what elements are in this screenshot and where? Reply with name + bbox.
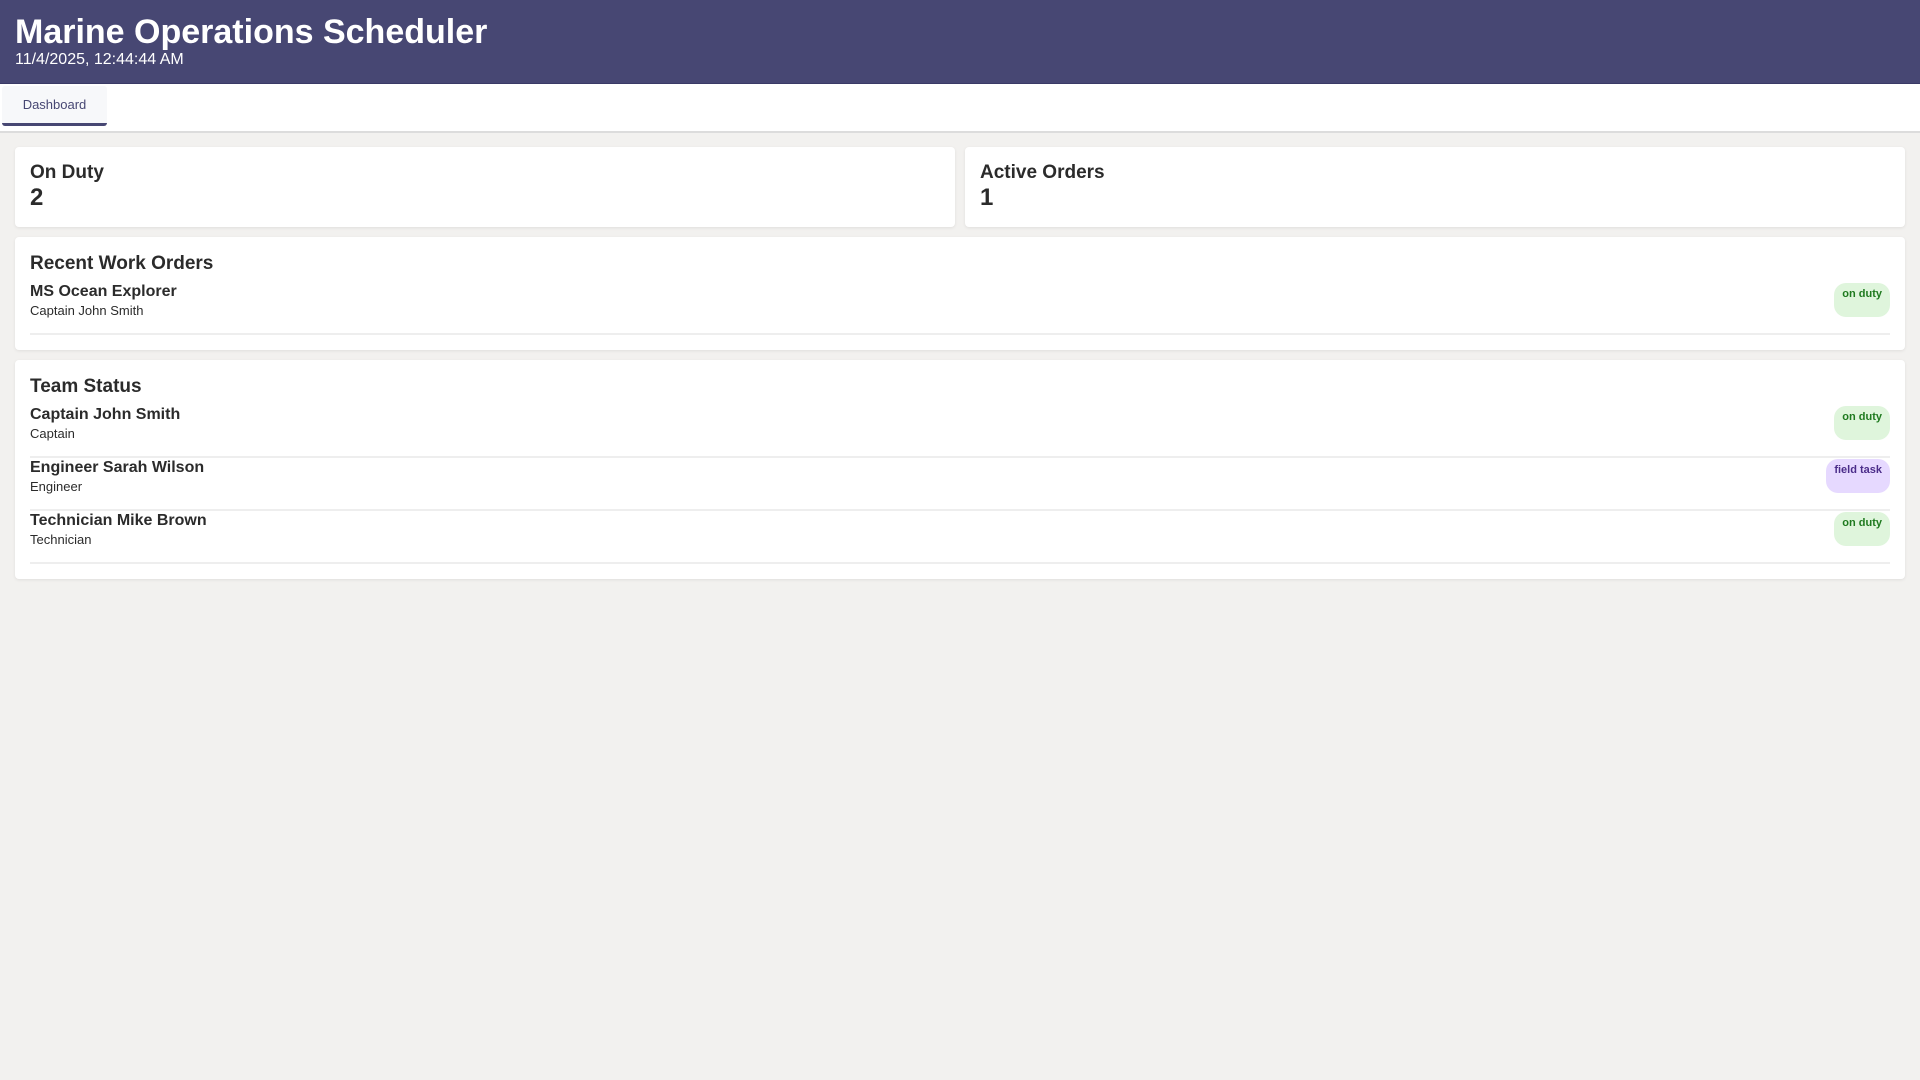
stat-value: 1 <box>980 184 994 211</box>
stat-label: On Duty <box>30 162 104 183</box>
status-badge: on duty <box>1834 406 1890 440</box>
member-role: Technician <box>30 532 92 547</box>
stat-label: Active Orders <box>980 162 1105 183</box>
current-datetime: 11/4/2025, 12:44:44 AM <box>15 51 184 68</box>
member-name: Captain John Smith <box>30 406 181 423</box>
vessel-name: MS Ocean Explorer <box>30 283 177 300</box>
dashboard-content: On Duty 2 Active Orders 1 Recent Work Or… <box>0 133 1920 593</box>
assignee: Captain John Smith <box>30 303 144 318</box>
work-order-row[interactable]: MS Ocean Explorer Captain John Smith on … <box>30 282 1890 335</box>
team-status: Team Status Captain John Smith Captain o… <box>15 360 1905 579</box>
member-role: Captain <box>30 426 75 441</box>
section-title: Recent Work Orders <box>30 253 214 274</box>
stat-on-duty: On Duty 2 <box>15 147 955 227</box>
status-badge: on duty <box>1834 283 1890 317</box>
member-role: Engineer <box>30 479 83 494</box>
tab-dashboard[interactable]: Dashboard <box>2 86 107 126</box>
app-header: Marine Operations Scheduler 11/4/2025, 1… <box>0 0 1920 84</box>
status-badge: field task <box>1826 459 1890 493</box>
member-name: Engineer Sarah Wilson <box>30 459 205 476</box>
section-title: Team Status <box>30 376 142 397</box>
recent-work-orders: Recent Work Orders MS Ocean Explorer Cap… <box>15 237 1905 350</box>
member-name: Technician Mike Brown <box>30 512 207 529</box>
stat-active-orders: Active Orders 1 <box>965 147 1905 227</box>
app-title: Marine Operations Scheduler <box>15 13 488 51</box>
team-member-row[interactable]: Technician Mike Brown Technician on duty <box>30 511 1890 564</box>
status-badge: on duty <box>1834 512 1890 546</box>
stat-value: 2 <box>30 184 44 211</box>
tab-bar: Dashboard <box>0 84 1920 133</box>
team-member-row[interactable]: Engineer Sarah Wilson Engineer field tas… <box>30 458 1890 511</box>
team-member-row[interactable]: Captain John Smith Captain on duty <box>30 405 1890 458</box>
